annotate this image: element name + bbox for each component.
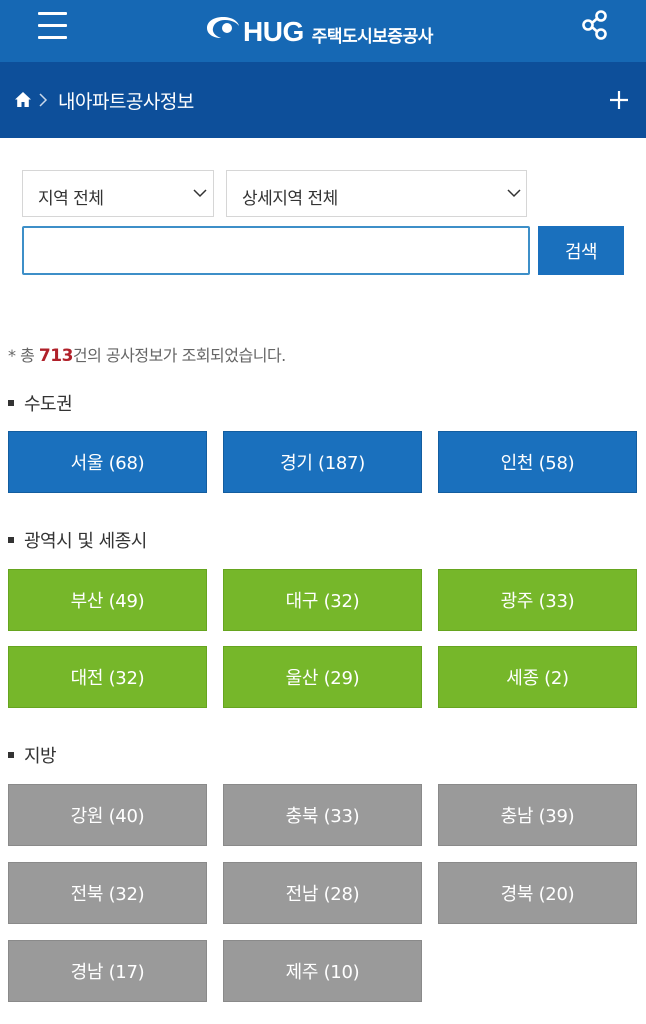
section-title-metro: 광역시 및 세종시 bbox=[8, 527, 147, 553]
region-button-chungnam[interactable]: 충남 (39) bbox=[438, 784, 637, 846]
hamburger-menu-icon[interactable] bbox=[38, 12, 68, 40]
region-button-chungbuk[interactable]: 충북 (33) bbox=[223, 784, 422, 846]
detail-select-value: 상세지역 전체 bbox=[242, 189, 338, 209]
region-select[interactable]: 지역 전체 bbox=[22, 170, 214, 217]
region-button-jeonnam[interactable]: 전남 (28) bbox=[223, 862, 422, 924]
logo-text: HUG bbox=[243, 16, 304, 47]
region-button-jeonbuk[interactable]: 전북 (32) bbox=[8, 862, 207, 924]
logo-subtitle: 주택도시보증공사 bbox=[311, 26, 434, 47]
region-button-daejeon[interactable]: 대전 (32) bbox=[8, 646, 207, 708]
section-title-provinces: 지방 bbox=[8, 742, 57, 768]
region-select-value: 지역 전체 bbox=[38, 189, 104, 209]
region-button-sejong[interactable]: 세종 (2) bbox=[438, 646, 637, 708]
bullet-icon bbox=[8, 537, 14, 543]
chevron-down-icon bbox=[193, 189, 207, 198]
region-button-seoul[interactable]: 서울 (68) bbox=[8, 431, 207, 493]
region-button-gyeonggi[interactable]: 경기 (187) bbox=[223, 431, 422, 493]
hug-logo[interactable]: HUG 주택도시보증공사 bbox=[205, 8, 433, 48]
region-button-ulsan[interactable]: 울산 (29) bbox=[223, 646, 422, 708]
result-count: 713 bbox=[38, 346, 74, 366]
top-header: HUG 주택도시보증공사 bbox=[0, 0, 646, 62]
region-button-busan[interactable]: 부산 (49) bbox=[8, 569, 207, 631]
search-button[interactable]: 검색 bbox=[538, 226, 624, 275]
share-icon[interactable] bbox=[580, 9, 610, 41]
section-title-text: 수도권 bbox=[24, 394, 73, 415]
region-button-jeju[interactable]: 제주 (10) bbox=[223, 940, 422, 1002]
region-button-incheon[interactable]: 인천 (58) bbox=[438, 431, 637, 493]
section-title-capital: 수도권 bbox=[8, 390, 73, 416]
chevron-down-icon bbox=[507, 189, 521, 198]
result-suffix: 건의 공사정보가 조회되었습니다. bbox=[72, 346, 286, 365]
region-button-gyeongnam[interactable]: 경남 (17) bbox=[8, 940, 207, 1002]
search-input[interactable] bbox=[22, 226, 530, 275]
region-button-gyeongbuk[interactable]: 경북 (20) bbox=[438, 862, 637, 924]
region-button-gwangju[interactable]: 광주 (33) bbox=[438, 569, 637, 631]
bullet-icon bbox=[8, 400, 14, 406]
plus-icon[interactable] bbox=[608, 89, 630, 111]
hug-logo-mark-icon bbox=[207, 17, 239, 38]
bullet-icon bbox=[8, 752, 14, 758]
region-button-daegu[interactable]: 대구 (32) bbox=[223, 569, 422, 631]
detail-region-select[interactable]: 상세지역 전체 bbox=[226, 170, 527, 217]
region-button-gangwon[interactable]: 강원 (40) bbox=[8, 784, 207, 846]
result-prefix: * 총 bbox=[8, 346, 39, 365]
section-title-text: 지방 bbox=[24, 746, 57, 767]
chevron-right-icon bbox=[39, 93, 48, 107]
page-title: 내아파트공사정보 bbox=[58, 91, 194, 113]
home-icon[interactable] bbox=[14, 91, 32, 108]
section-title-text: 광역시 및 세종시 bbox=[24, 531, 147, 552]
result-count-text: * 총 713건의 공사정보가 조회되었습니다. bbox=[8, 342, 286, 366]
